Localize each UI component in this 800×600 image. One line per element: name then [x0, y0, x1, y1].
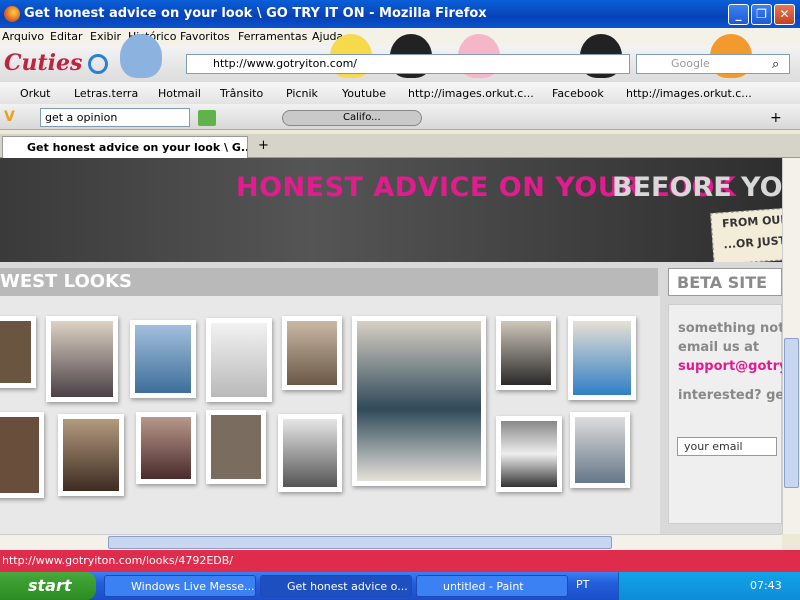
- look-thumbnail[interactable]: [130, 320, 196, 398]
- hero-ticket: FROM OUR ...OR JUST: [710, 206, 782, 262]
- start-button[interactable]: start: [0, 572, 96, 600]
- bookmark-orkut-images[interactable]: http://images.orkut.c...: [408, 87, 534, 100]
- url-input[interactable]: http://www.gotryiton.com/: [186, 54, 630, 74]
- horizontal-scrollbar[interactable]: [0, 534, 782, 550]
- task-paint[interactable]: untitled - Paint: [416, 575, 568, 597]
- clock: 07:43: [750, 579, 782, 592]
- maximize-button[interactable]: ❐: [751, 4, 772, 25]
- menu-favoritos[interactable]: Favoritos: [180, 30, 230, 43]
- vertical-scroll-thumb[interactable]: [784, 338, 799, 488]
- look-thumbnail[interactable]: [0, 412, 44, 498]
- ticket-line-1: FROM OUR: [721, 212, 782, 231]
- search-icon[interactable]: ⌕: [772, 57, 779, 72]
- player-station: Califo...: [343, 112, 381, 123]
- menu-ferramentas[interactable]: Ferramentas: [238, 30, 307, 43]
- v-logo-icon[interactable]: V: [4, 109, 15, 125]
- email-signup-input[interactable]: your email: [677, 437, 777, 456]
- hero-headline-grey: BEFORE YOU G: [612, 172, 782, 203]
- bookmark-hotmail[interactable]: Hotmail: [158, 87, 201, 100]
- look-thumbnail[interactable]: [46, 316, 118, 402]
- bookmark-picnik[interactable]: Picnik: [286, 87, 318, 100]
- menu-exibir[interactable]: Exibir: [90, 30, 121, 43]
- taskbar: start Windows Live Messe... Get honest a…: [0, 572, 800, 600]
- look-thumbnail[interactable]: [496, 416, 562, 492]
- status-bar: http://www.gotryiton.com/looks/4792EDB/: [0, 550, 800, 572]
- tab-gotryiton[interactable]: Get honest advice on your look \ G...: [2, 136, 248, 158]
- web-page: HONEST ADVICE ON YOUR LOOK BEFORE YOU G …: [0, 158, 782, 534]
- look-thumbnail[interactable]: [0, 316, 36, 388]
- side-text-interested: interested? get u: [678, 388, 782, 403]
- look-thumbnail[interactable]: [570, 412, 630, 488]
- reload-icon[interactable]: [88, 54, 108, 74]
- menu-editar[interactable]: Editar: [50, 30, 83, 43]
- support-email-link[interactable]: support@gotryito: [678, 359, 782, 374]
- bookmark-youtube[interactable]: Youtube: [342, 87, 386, 100]
- look-thumbnail[interactable]: [58, 414, 124, 496]
- add-toolbar-button[interactable]: +: [770, 110, 782, 126]
- newest-looks-header: WEST LOOKS: [0, 268, 658, 296]
- look-thumbnail[interactable]: [136, 412, 196, 484]
- task-firefox[interactable]: Get honest advice o...: [260, 575, 412, 597]
- menu-arquivo[interactable]: Arquivo: [2, 30, 44, 43]
- close-button[interactable]: ✕: [774, 4, 795, 25]
- looks-grid: [0, 296, 660, 534]
- opinion-search-input[interactable]: get a opinion: [40, 108, 190, 127]
- media-player[interactable]: Califo...: [282, 110, 422, 126]
- beta-site-header: BETA SITE: [668, 268, 782, 296]
- bookmarks-toolbar: Orkut Letras.terra Hotmail Trânsito Picn…: [0, 82, 800, 104]
- minimize-button[interactable]: _: [728, 4, 749, 25]
- task-windows-live-messenger[interactable]: Windows Live Messe...: [104, 575, 256, 597]
- look-thumbnail[interactable]: [568, 316, 636, 400]
- go-arrow-icon[interactable]: [198, 110, 216, 126]
- title-bar: Get honest advice on your look \ GO TRY …: [0, 0, 800, 28]
- look-thumbnail-featured[interactable]: [352, 316, 486, 486]
- new-tab-button[interactable]: +: [258, 138, 269, 153]
- bookmark-orkut-images-2[interactable]: http://images.orkut.c...: [626, 87, 752, 100]
- horizontal-scroll-thumb[interactable]: [108, 536, 612, 549]
- look-thumbnail[interactable]: [496, 316, 556, 390]
- hero-banner: HONEST ADVICE ON YOUR LOOK BEFORE YOU G …: [0, 158, 782, 262]
- look-thumbnail[interactable]: [206, 318, 272, 402]
- vertical-scrollbar[interactable]: [782, 158, 800, 534]
- look-thumbnail[interactable]: [206, 410, 266, 484]
- firefox-icon: [4, 6, 20, 22]
- search-input[interactable]: Google: [636, 54, 790, 74]
- bookmark-orkut[interactable]: Orkut: [20, 87, 51, 100]
- window-title: Get honest advice on your look \ GO TRY …: [24, 6, 487, 21]
- ticket-line-2: ...OR JUST: [723, 234, 782, 252]
- side-text-email-us: email us at: [678, 340, 760, 355]
- bookmark-transito[interactable]: Trânsito: [220, 87, 263, 100]
- language-indicator[interactable]: PT: [576, 578, 589, 591]
- bookmark-letras[interactable]: Letras.terra: [74, 87, 138, 100]
- look-thumbnail[interactable]: [282, 316, 342, 390]
- bookmark-facebook[interactable]: Facebook: [552, 87, 604, 100]
- side-text-not-perfect: something not pe: [678, 321, 782, 336]
- look-thumbnail[interactable]: [278, 414, 342, 492]
- theme-logo: Cuties: [4, 50, 83, 76]
- cartoon-eeyore-icon: [120, 34, 162, 78]
- beta-sidebar: something not pe email us at support@got…: [668, 304, 782, 524]
